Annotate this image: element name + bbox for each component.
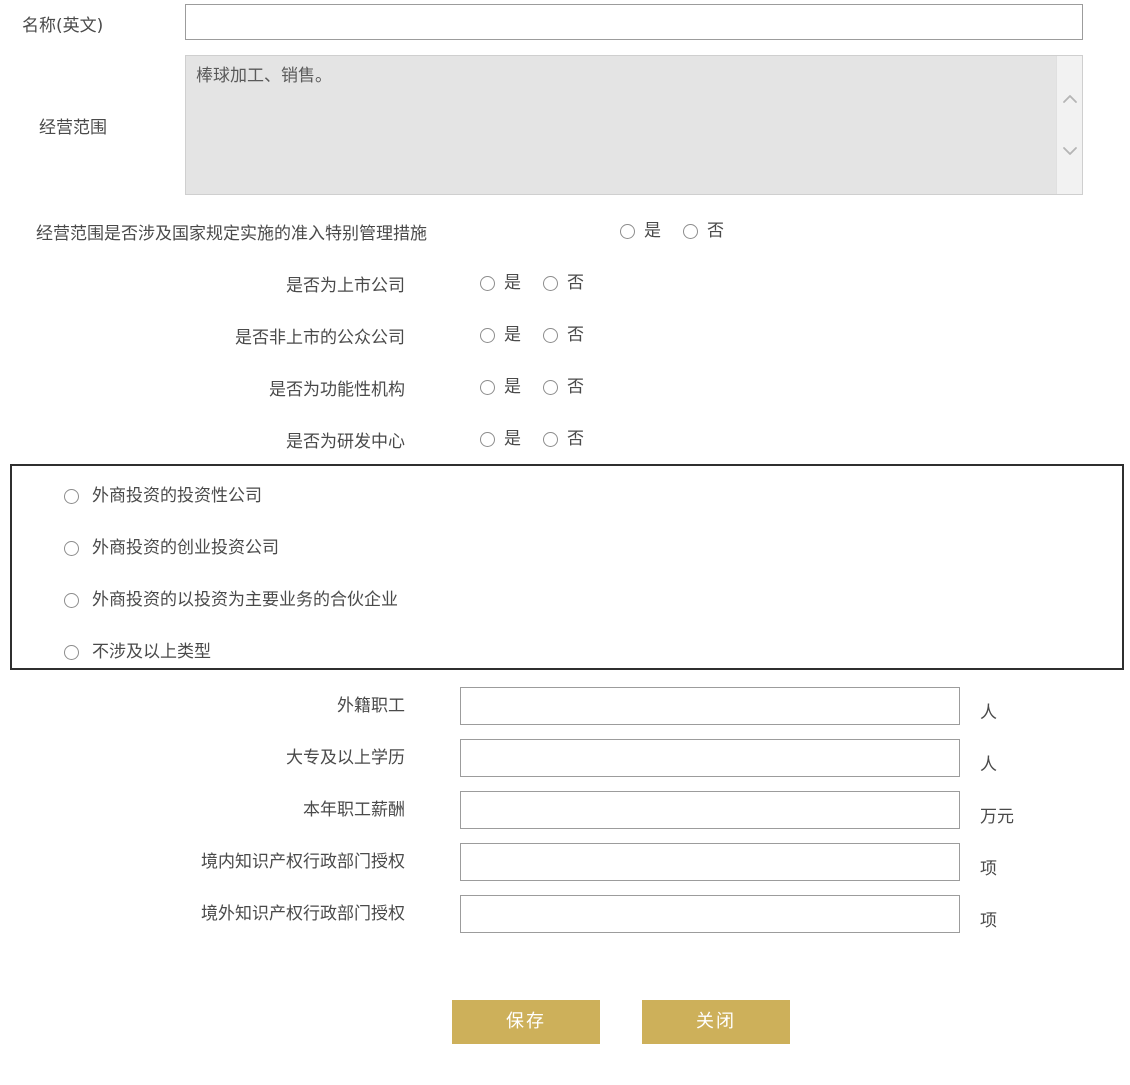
radio-circle-icon [543, 432, 558, 447]
name-english-input[interactable] [185, 4, 1083, 40]
radio-label-no: 否 [567, 429, 584, 449]
question-label-rd-center: 是否为研发中心 [286, 432, 405, 452]
investment-type-option-partnership[interactable]: 外商投资的以投资为主要业务的合伙企业 [64, 592, 398, 609]
name-english-row: 名称(英文) [0, 0, 1130, 50]
radio-circle-icon [64, 593, 79, 608]
question-label-market-access: 经营范围是否涉及国家规定实施的准入特别管理措施 [36, 224, 427, 244]
radio-label-no: 否 [567, 325, 584, 345]
numeric-label-college-degree: 大专及以上学历 [286, 748, 405, 768]
radio-circle-icon [480, 432, 495, 447]
radio-circle-icon [620, 224, 635, 239]
business-scope-scrollbar[interactable] [1056, 56, 1082, 194]
radio-label-yes: 是 [504, 273, 521, 293]
investment-type-option-holding-company[interactable]: 外商投资的投资性公司 [64, 488, 262, 505]
radio-group-market-access[interactable]: 是 否 [620, 223, 724, 240]
numeric-input-foreign-employees[interactable] [460, 687, 960, 725]
radio-label-no: 否 [567, 377, 584, 397]
numeric-label-foreign-employees: 外籍职工 [337, 696, 405, 716]
question-label-public-unlisted-company: 是否非上市的公众公司 [235, 328, 405, 348]
investment-type-group: 外商投资的投资性公司 外商投资的创业投资公司 外商投资的以投资为主要业务的合伙企… [10, 464, 1124, 670]
radio-rd-center-yes[interactable]: 是 [480, 431, 521, 448]
radio-listed-company-yes[interactable]: 是 [480, 275, 521, 292]
business-scope-value: 棒球加工、销售。 [196, 66, 332, 86]
form-actions: 保存 关闭 [0, 1000, 1130, 1060]
numeric-row-annual-salary: 本年职工薪酬 万元 [0, 791, 1130, 831]
question-row-listed-company: 是否为上市公司 是 否 [0, 270, 1130, 304]
radio-circle-icon [480, 380, 495, 395]
radio-circle-icon [64, 645, 79, 660]
radio-label-yes: 是 [504, 429, 521, 449]
question-row-public-unlisted-company: 是否非上市的公众公司 是 否 [0, 322, 1130, 356]
radio-label-no: 否 [707, 221, 724, 241]
foreign-investment-annual-report-form: 名称(英文) 经营范围 棒球加工、销售。 经营范围是否涉及国家规定实施的准入特别… [0, 0, 1130, 1085]
radio-rd-center-no[interactable]: 否 [543, 431, 584, 448]
numeric-row-overseas-ip: 境外知识产权行政部门授权 项 [0, 895, 1130, 935]
radio-functional-institution-yes[interactable]: 是 [480, 379, 521, 396]
numeric-unit-annual-salary: 万元 [980, 807, 1014, 827]
radio-group-functional-institution[interactable]: 是 否 [480, 379, 584, 396]
radio-circle-icon [683, 224, 698, 239]
radio-group-listed-company[interactable]: 是 否 [480, 275, 584, 292]
chevron-up-icon[interactable] [1057, 86, 1083, 112]
numeric-label-overseas-ip: 境外知识产权行政部门授权 [201, 904, 405, 924]
radio-circle-icon [64, 489, 79, 504]
radio-market-access-no[interactable]: 否 [683, 223, 724, 240]
question-label-functional-institution: 是否为功能性机构 [269, 380, 405, 400]
name-english-label: 名称(英文) [22, 16, 104, 36]
radio-circle-icon [480, 276, 495, 291]
investment-type-option-venture-capital[interactable]: 外商投资的创业投资公司 [64, 540, 279, 557]
numeric-unit-foreign-employees: 人 [980, 703, 997, 723]
investment-type-option-none[interactable]: 不涉及以上类型 [64, 644, 211, 661]
numeric-row-college-degree: 大专及以上学历 人 [0, 739, 1130, 779]
radio-circle-icon [543, 328, 558, 343]
radio-public-unlisted-company-yes[interactable]: 是 [480, 327, 521, 344]
numeric-row-foreign-employees: 外籍职工 人 [0, 687, 1130, 727]
radio-label-yes: 是 [504, 377, 521, 397]
radio-label-no: 否 [567, 273, 584, 293]
question-row-market-access: 经营范围是否涉及国家规定实施的准入特别管理措施 是 否 [0, 218, 1130, 252]
radio-label-yes: 是 [504, 325, 521, 345]
numeric-input-annual-salary[interactable] [460, 791, 960, 829]
numeric-unit-domestic-ip: 项 [980, 859, 997, 879]
numeric-label-domestic-ip: 境内知识产权行政部门授权 [201, 852, 405, 872]
radio-label-yes: 是 [644, 221, 661, 241]
investment-type-label: 外商投资的创业投资公司 [92, 538, 279, 558]
chevron-down-icon[interactable] [1057, 138, 1083, 164]
numeric-input-domestic-ip[interactable] [460, 843, 960, 881]
close-button[interactable]: 关闭 [642, 1000, 790, 1044]
investment-type-label: 外商投资的以投资为主要业务的合伙企业 [92, 590, 398, 610]
radio-group-rd-center[interactable]: 是 否 [480, 431, 584, 448]
save-button[interactable]: 保存 [452, 1000, 600, 1044]
radio-circle-icon [480, 328, 495, 343]
radio-public-unlisted-company-no[interactable]: 否 [543, 327, 584, 344]
investment-type-label: 不涉及以上类型 [92, 642, 211, 662]
business-scope-textarea[interactable]: 棒球加工、销售。 [185, 55, 1083, 195]
business-scope-label: 经营范围 [39, 118, 107, 138]
numeric-row-domestic-ip: 境内知识产权行政部门授权 项 [0, 843, 1130, 883]
numeric-unit-college-degree: 人 [980, 755, 997, 775]
question-label-listed-company: 是否为上市公司 [286, 276, 405, 296]
question-row-functional-institution: 是否为功能性机构 是 否 [0, 374, 1130, 408]
numeric-unit-overseas-ip: 项 [980, 911, 997, 931]
numeric-label-annual-salary: 本年职工薪酬 [303, 800, 405, 820]
radio-circle-icon [64, 541, 79, 556]
radio-group-public-unlisted-company[interactable]: 是 否 [480, 327, 584, 344]
investment-type-label: 外商投资的投资性公司 [92, 486, 262, 506]
radio-circle-icon [543, 380, 558, 395]
business-scope-row: 经营范围 棒球加工、销售。 [0, 55, 1130, 200]
numeric-input-college-degree[interactable] [460, 739, 960, 777]
numeric-input-overseas-ip[interactable] [460, 895, 960, 933]
radio-listed-company-no[interactable]: 否 [543, 275, 584, 292]
radio-functional-institution-no[interactable]: 否 [543, 379, 584, 396]
question-row-rd-center: 是否为研发中心 是 否 [0, 426, 1130, 460]
radio-market-access-yes[interactable]: 是 [620, 223, 661, 240]
radio-circle-icon [543, 276, 558, 291]
